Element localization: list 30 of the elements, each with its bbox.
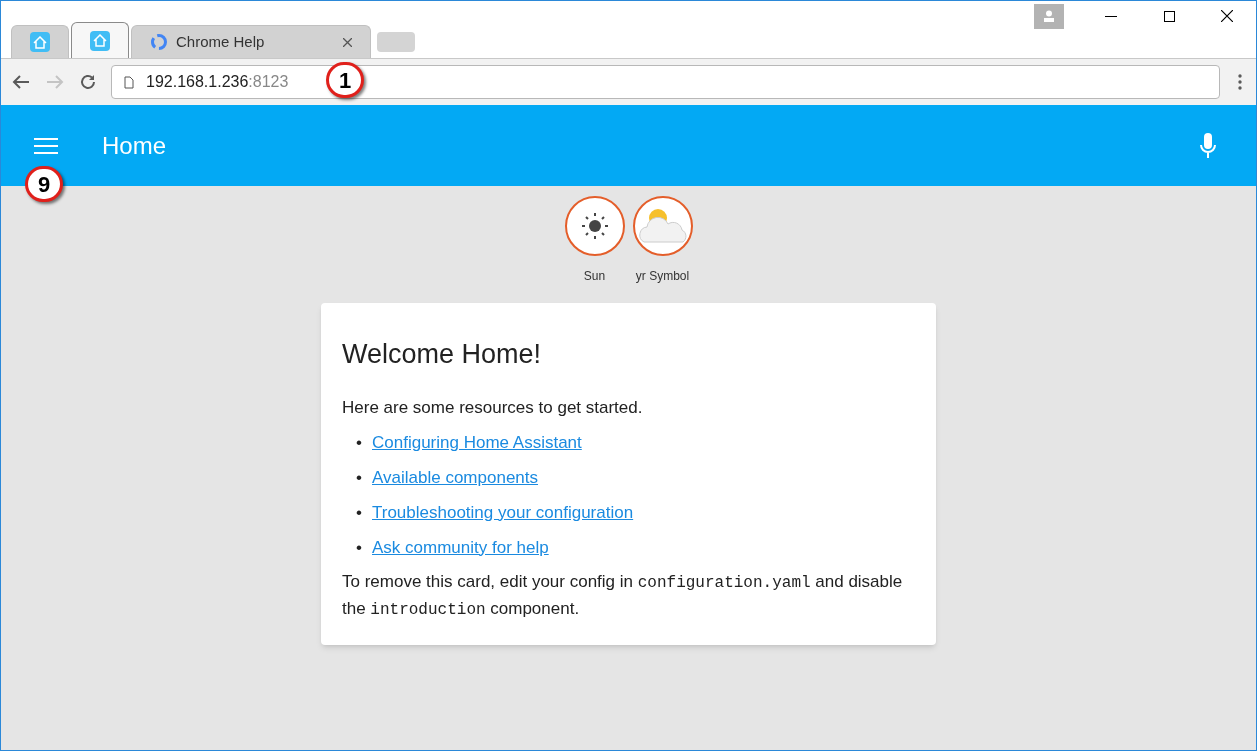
browser-tab[interactable] [11, 25, 69, 58]
link[interactable]: Available components [372, 459, 538, 495]
page-icon [124, 75, 134, 89]
bullet: • [356, 466, 363, 489]
close-icon[interactable] [343, 37, 352, 47]
bullet: • [356, 501, 363, 524]
link[interactable]: Troubleshooting your configuration [372, 494, 634, 530]
home-icon [90, 30, 110, 51]
tab-title: Chrome Help [176, 31, 265, 52]
card-title: Welcome Home! [342, 338, 543, 371]
badge-label: yr Symbol [635, 268, 690, 285]
profile-icon[interactable] [1034, 3, 1064, 29]
reload-icon[interactable] [79, 73, 97, 91]
microphone-icon[interactable] [1200, 132, 1216, 159]
badge-label: Sun [583, 268, 606, 285]
sun-icon [581, 213, 608, 239]
card-text: Here are some resources to get started. [342, 397, 644, 419]
link[interactable]: Configuring Home Assistant [372, 424, 582, 460]
card-text: To remove this card, edit your config in configuration.yaml and disable the introduction component. [342, 570, 904, 621]
url-text: 192.168.1.236:8123 [146, 72, 289, 92]
header-title: Home [102, 130, 167, 161]
link[interactable]: Ask community for help [372, 529, 549, 565]
browser-tab[interactable] [71, 22, 129, 58]
bullet: • [356, 431, 363, 454]
menu-dots-icon[interactable] [1238, 74, 1242, 90]
menu-icon[interactable] [34, 137, 58, 154]
home-icon [30, 32, 50, 52]
back-icon[interactable] [11, 74, 31, 90]
bullet: • [356, 536, 363, 559]
browser-tab[interactable]: Chrome Help [131, 25, 371, 58]
